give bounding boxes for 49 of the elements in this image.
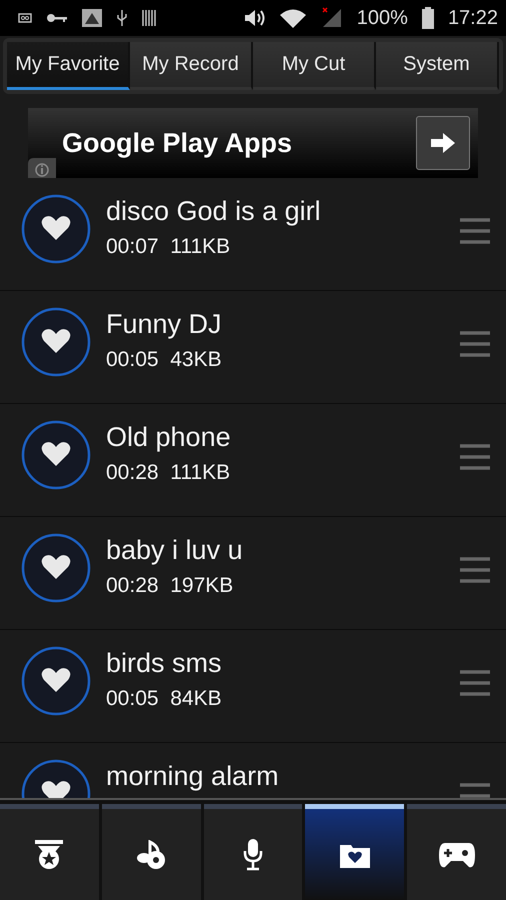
ad-title: Google Play Apps bbox=[62, 128, 292, 158]
drag-handle-icon[interactable] bbox=[460, 444, 490, 470]
tab[interactable]: My Favorite bbox=[7, 42, 130, 90]
drag-handle-icon[interactable] bbox=[460, 670, 490, 696]
sound-info: 00:28 197KB bbox=[106, 574, 234, 598]
gamepad-icon bbox=[438, 840, 475, 868]
voicemail-icon bbox=[18, 13, 32, 23]
drag-handle-icon[interactable] bbox=[460, 331, 490, 357]
volume-icon bbox=[242, 8, 265, 28]
sound-title: morning alarm bbox=[106, 761, 280, 792]
signal-icon bbox=[320, 7, 343, 29]
clock: 17:22 bbox=[448, 6, 498, 30]
battery-level: 100% bbox=[356, 6, 408, 30]
sound-title: Funny DJ bbox=[106, 309, 223, 340]
favorite-button[interactable] bbox=[21, 646, 91, 716]
tab[interactable]: My Cut bbox=[253, 42, 376, 90]
drag-handle-icon[interactable] bbox=[460, 218, 490, 244]
sound-info: 00:05 43KB bbox=[106, 348, 223, 372]
nav-button[interactable] bbox=[407, 804, 506, 900]
usb-icon bbox=[116, 9, 128, 27]
sound-title: birds sms bbox=[106, 648, 223, 679]
barcode-icon bbox=[142, 10, 156, 26]
tab[interactable]: My Record bbox=[130, 42, 253, 90]
image-icon bbox=[82, 9, 102, 27]
key-icon bbox=[46, 13, 68, 23]
arrow-icon bbox=[430, 132, 456, 154]
tab[interactable]: System bbox=[376, 42, 499, 90]
nav-button[interactable] bbox=[0, 804, 99, 900]
favorite-button[interactable] bbox=[21, 533, 91, 603]
favorite-button[interactable] bbox=[21, 307, 91, 377]
wifi-icon bbox=[278, 8, 307, 28]
sound-title: Old phone bbox=[106, 422, 232, 453]
music-note-icon bbox=[136, 840, 166, 870]
open-button[interactable] bbox=[416, 116, 470, 170]
info-icon[interactable] bbox=[28, 158, 56, 178]
sound-title: disco God is a girl bbox=[106, 196, 322, 227]
nav-button[interactable] bbox=[204, 804, 302, 900]
sound-title: baby i luv u bbox=[106, 535, 244, 566]
ad-banner[interactable]: Google Play Apps bbox=[28, 108, 478, 178]
battery-icon bbox=[422, 7, 434, 29]
medal-icon bbox=[35, 840, 64, 870]
sound-info: 00:05 84KB bbox=[106, 687, 223, 711]
favorite-button[interactable] bbox=[21, 420, 91, 490]
favorite-button[interactable] bbox=[21, 194, 91, 264]
drag-handle-icon[interactable] bbox=[460, 557, 490, 583]
sound-info: 00:28 111KB bbox=[106, 461, 232, 485]
sound-info: 00:07 111KB bbox=[106, 235, 232, 259]
nav-button[interactable] bbox=[102, 804, 201, 900]
microphone-icon bbox=[242, 838, 263, 870]
